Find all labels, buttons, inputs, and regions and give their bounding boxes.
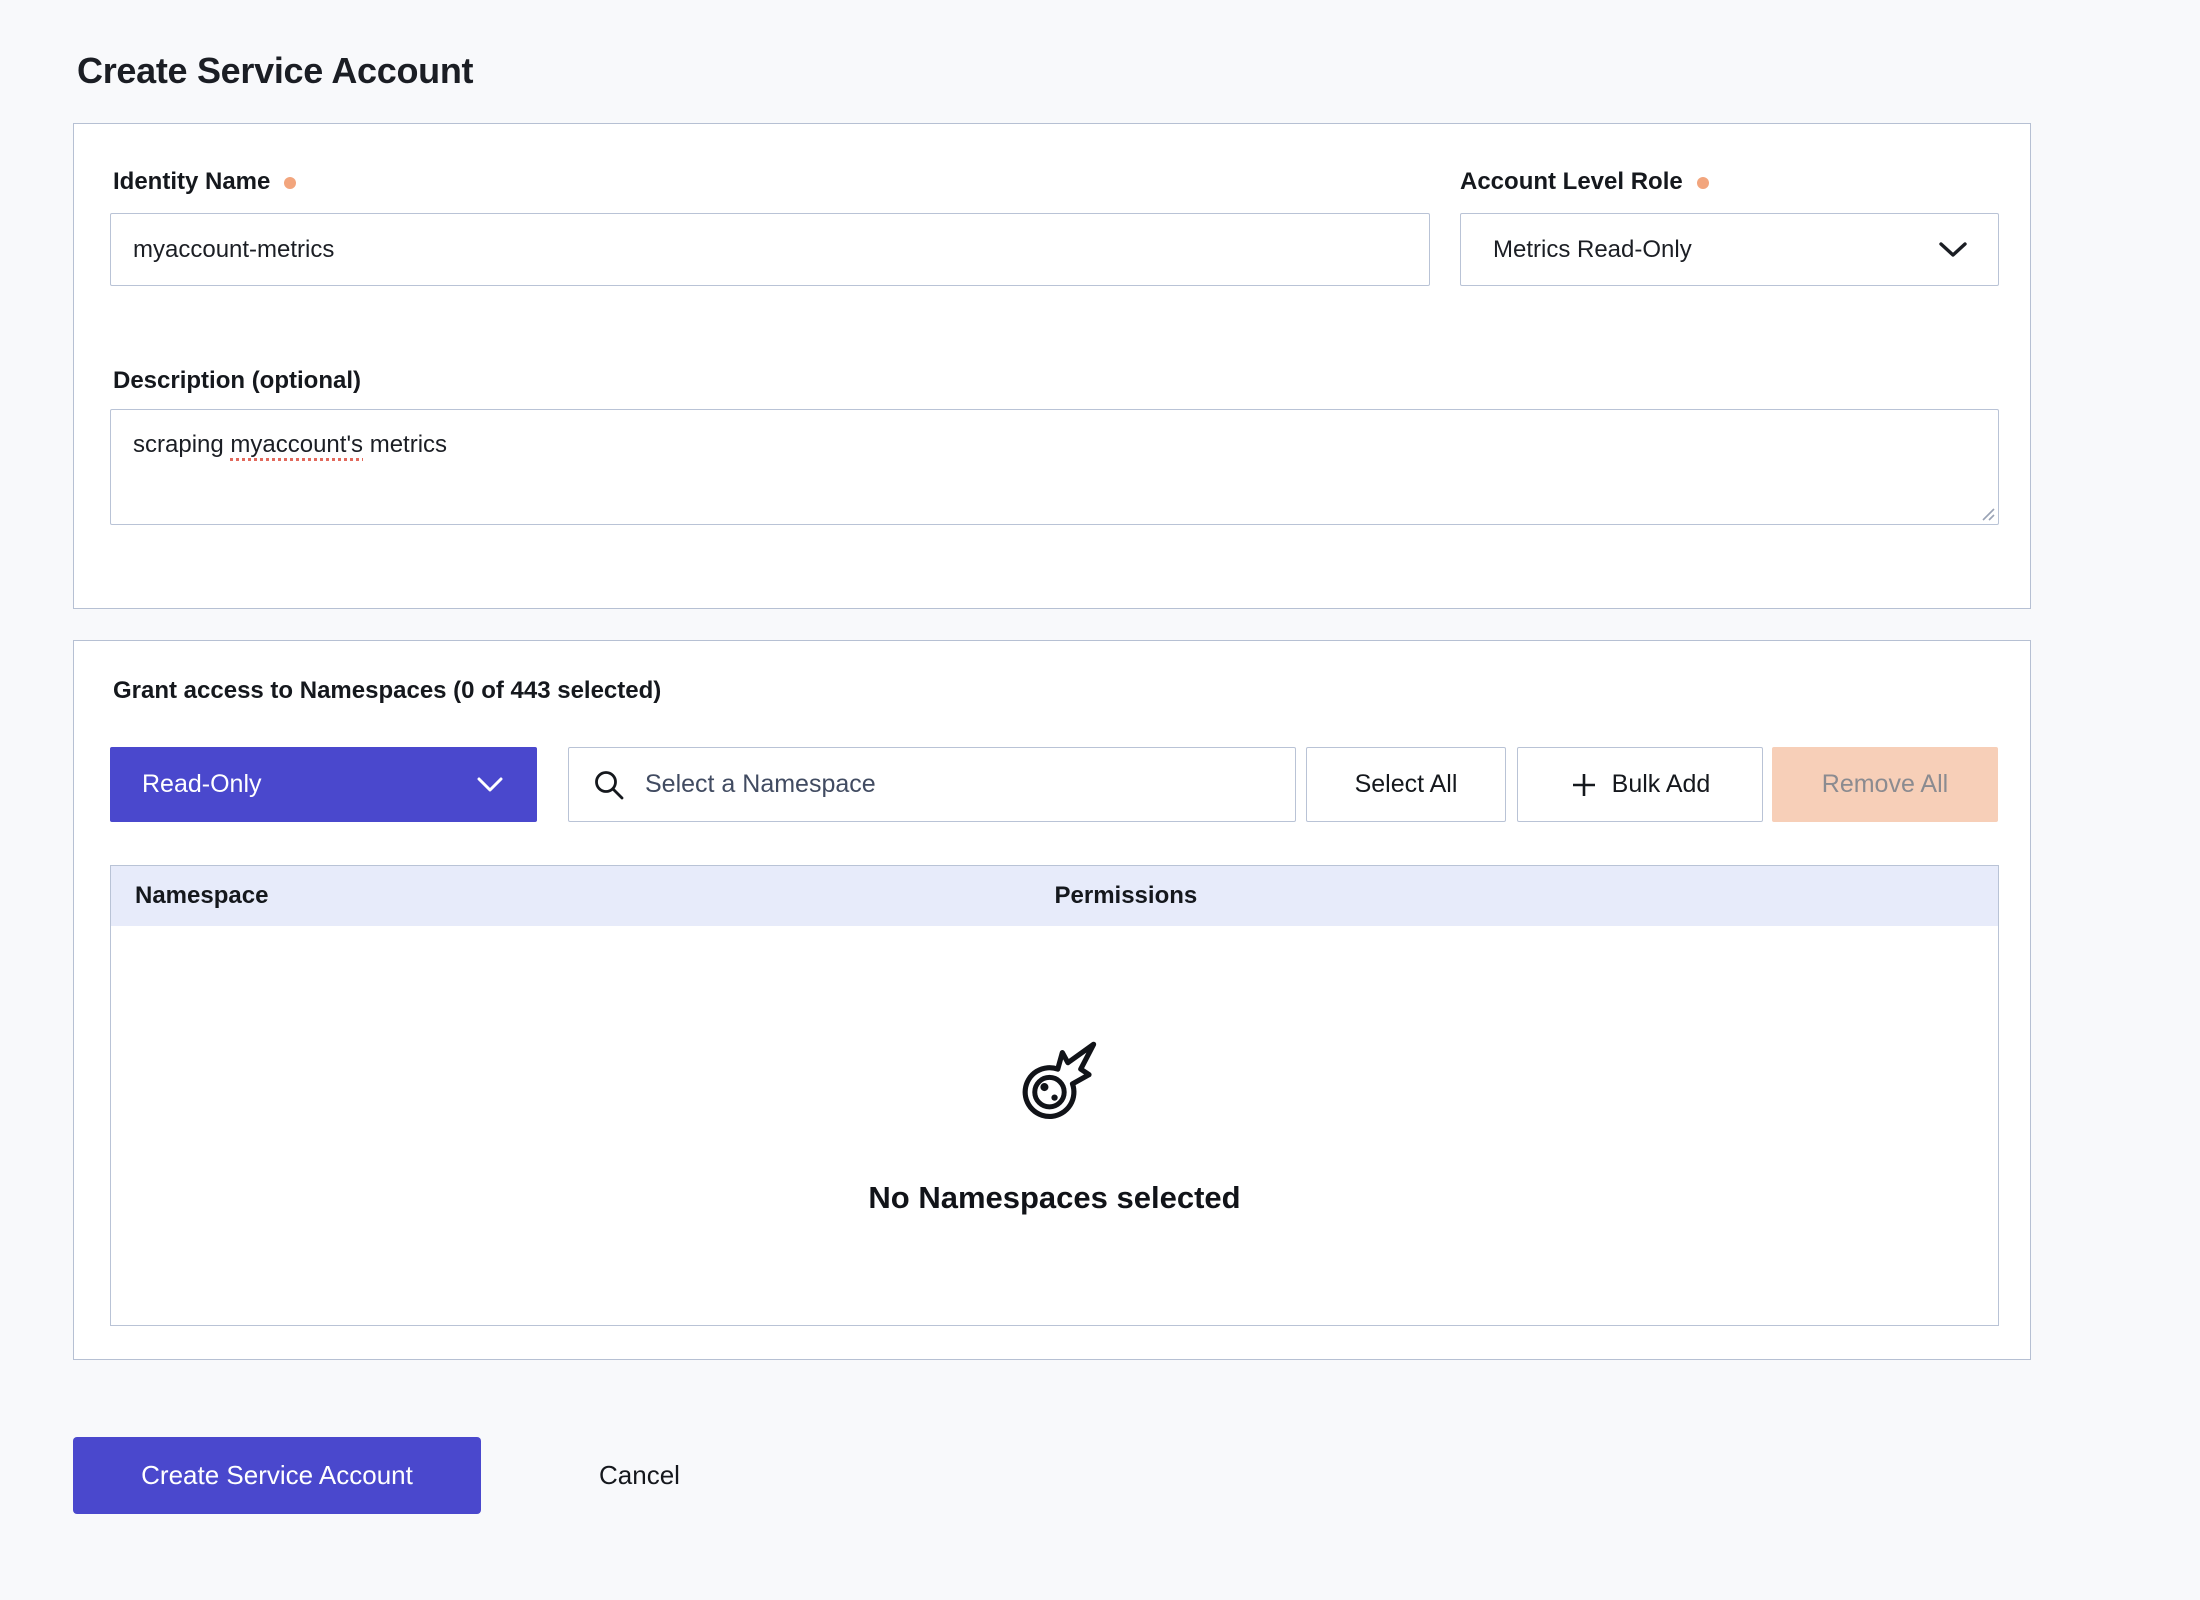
chevron-down-icon	[1938, 241, 1968, 259]
chevron-down-icon	[477, 777, 503, 793]
service-account-form-panel: Identity Name Account Level Role Metrics…	[73, 123, 2031, 609]
account-role-selected-value: Metrics Read-Only	[1493, 236, 1692, 264]
required-dot	[284, 177, 296, 189]
account-level-role-label-text: Account Level Role	[1460, 168, 1683, 196]
column-header-permissions: Permissions	[1055, 882, 1999, 910]
account-role-select[interactable]: Metrics Read-Only	[1460, 213, 1999, 286]
page-title: Create Service Account	[77, 50, 473, 92]
bulk-add-label: Bulk Add	[1612, 770, 1711, 799]
account-level-role-label: Account Level Role	[1460, 168, 1709, 196]
search-icon	[593, 769, 625, 801]
comet-icon	[1009, 1036, 1101, 1128]
form-actions: Create Service Account Cancel	[73, 1437, 686, 1514]
empty-state-text: No Namespaces selected	[868, 1180, 1240, 1216]
description-text: metrics	[363, 431, 447, 458]
column-header-namespace: Namespace	[111, 882, 1055, 910]
bulk-add-button[interactable]: Bulk Add	[1517, 747, 1763, 822]
cancel-button-label: Cancel	[599, 1460, 680, 1490]
identity-name-label: Identity Name	[113, 168, 296, 196]
namespaces-table-header: Namespace Permissions	[111, 866, 1998, 926]
namespaces-empty-state: No Namespaces selected	[111, 926, 1998, 1325]
create-button-label: Create Service Account	[141, 1460, 413, 1491]
cancel-button[interactable]: Cancel	[593, 1459, 686, 1492]
required-dot	[1697, 177, 1709, 189]
identity-name-input[interactable]	[110, 213, 1430, 286]
remove-all-button[interactable]: Remove All	[1772, 747, 1998, 822]
select-all-label: Select All	[1355, 770, 1458, 799]
namespaces-table: Namespace Permissions No Namespaces sele…	[110, 865, 1999, 1326]
namespaces-panel: Grant access to Namespaces (0 of 443 sel…	[73, 640, 2031, 1360]
permission-level-value: Read-Only	[142, 770, 262, 799]
plus-icon	[1570, 771, 1598, 799]
description-textarea[interactable]: scraping myaccount's metrics	[110, 409, 1999, 525]
namespace-search-input[interactable]	[643, 769, 1271, 800]
select-all-button[interactable]: Select All	[1306, 747, 1506, 822]
identity-name-label-text: Identity Name	[113, 168, 270, 196]
namespace-search	[568, 747, 1296, 822]
permission-level-dropdown[interactable]: Read-Only	[110, 747, 537, 822]
create-service-account-button[interactable]: Create Service Account	[73, 1437, 481, 1514]
grant-access-heading: Grant access to Namespaces (0 of 443 sel…	[113, 677, 661, 705]
description-label-text: Description (optional)	[113, 367, 361, 395]
description-text: scraping	[133, 431, 230, 458]
description-text-misspelled: myaccount's	[230, 431, 363, 458]
remove-all-label: Remove All	[1822, 770, 1948, 799]
description-label: Description (optional)	[113, 367, 361, 395]
textarea-resize-grip[interactable]	[1979, 505, 1995, 521]
